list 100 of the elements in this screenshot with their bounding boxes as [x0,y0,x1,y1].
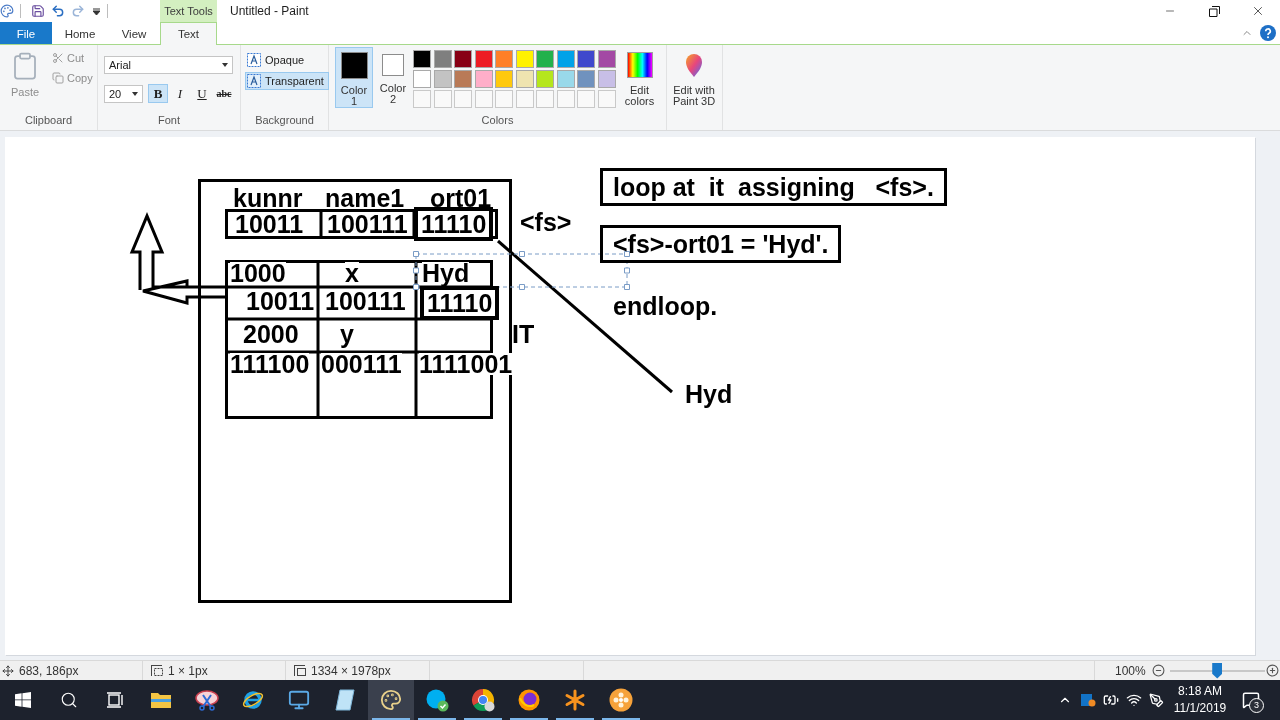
color-swatch[interactable] [495,70,513,88]
ribbon-tab[interactable]: Text [160,22,217,45]
paint-3d-button[interactable]: Edit with Paint 3D [667,47,721,107]
font-style-button[interactable]: B [148,84,168,103]
color-swatch[interactable] [413,50,431,68]
group-label: Clipboard [24,113,73,127]
custom-color-slot[interactable] [536,90,554,108]
table-value-text: 1111001 [419,353,513,375]
color-swatch[interactable] [433,70,452,88]
font-size-dropdown[interactable]: 20 [104,84,143,103]
color-swatch[interactable] [454,50,472,68]
clock-date: 11/1/2019 [1173,700,1227,717]
asterisk-icon [563,688,587,712]
dropdown-icon [92,7,100,15]
color-swatch[interactable] [474,70,493,88]
font-style-button[interactable]: I [170,84,190,103]
custom-color-slot[interactable] [495,90,513,108]
table-value-text: 1000 [230,262,286,284]
color-slot-button[interactable]: Color 1 [335,47,373,108]
save-icon [31,4,45,18]
color-swatch[interactable] [597,50,616,68]
color-swatch[interactable] [536,50,554,68]
color-swatch[interactable] [597,70,616,88]
zoom-level: 100% [1115,663,1146,678]
custom-color-slot[interactable] [413,90,431,108]
work-area-value-text: 100111 [327,213,408,235]
color-swatch[interactable] [577,50,595,68]
redo-icon [71,4,85,18]
tray-app-icon [1079,692,1096,708]
color-slot-button[interactable]: Color 2 [377,47,409,108]
zoom-slider-thumb[interactable] [1212,662,1223,679]
palette-icon [0,4,14,18]
color-swatch[interactable] [536,70,554,88]
work-area-value-text: 11110 [414,207,494,241]
table-value-text: 100111 [325,290,406,312]
color-swatch[interactable] [515,70,534,88]
color-swatch[interactable] [515,50,534,68]
work-area-value-text: 10011 [235,213,304,235]
restore-icon [1208,5,1220,17]
font-style-button[interactable]: abc [214,84,234,103]
folder-icon [150,691,172,709]
group-label: Font [158,113,180,127]
file-tab[interactable]: File [0,22,52,44]
field-name-text: ort01 [430,187,492,209]
copy-icon [52,72,64,84]
zoom-out-button[interactable] [1151,664,1165,677]
edit-colors-button[interactable]: Edit colors [619,47,660,107]
table-value-text: Hyd [422,262,470,284]
custom-color-slot[interactable] [556,90,575,108]
zoom-in-icon [1265,664,1279,677]
zoom-out-icon [1151,664,1165,677]
scissors-icon [52,52,64,64]
taskbar-app-button[interactable] [368,680,414,720]
move-icon [2,664,14,677]
battery-icon [1102,692,1119,708]
custom-color-slot[interactable] [474,90,493,108]
color-swatch[interactable] [556,50,575,68]
table-value-text: 11110 [420,286,500,320]
selection-size-icon [151,664,163,677]
cursor-position: 683, 186px [19,663,79,678]
ribbon-tab[interactable]: Home [52,22,108,44]
selection-size: 1 × 1px [168,663,208,678]
custom-color-slot[interactable] [454,90,472,108]
color-swatch[interactable] [474,50,493,68]
image-size-icon [294,664,306,677]
zoom-in-button[interactable] [1265,664,1279,677]
table-value-text: x [345,262,359,284]
color-spectrum-icon [626,52,653,78]
table-value-text: 111100 [230,353,310,375]
orbit-ring-icon [242,689,264,711]
custom-color-slot[interactable] [515,90,534,108]
circle-check-icon [425,688,449,712]
color-swatch[interactable] [454,70,472,88]
search-icon [60,691,78,709]
custom-color-slot[interactable] [597,90,616,108]
undo-icon [51,4,65,18]
ring-app-icon [518,689,540,711]
color-swatch[interactable] [556,70,575,88]
contextual-tab-group-label: Text Tools [160,0,217,22]
custom-color-slot[interactable] [433,90,452,108]
font-family-dropdown[interactable]: Arial [104,56,233,74]
notifications-button[interactable]: 3 [1232,680,1270,720]
scissors-icon [195,689,219,711]
custom-color-slot[interactable] [577,90,595,108]
close-icon [1251,4,1265,18]
field-name-text: name1 [325,187,405,209]
color-swatch[interactable] [413,70,431,88]
ribbon-tab[interactable]: View [108,22,160,44]
color-swatch[interactable] [577,70,595,88]
code-line: endloop. [612,291,719,322]
color-swatch[interactable] [495,50,513,68]
flower-icon [609,688,633,712]
background-option[interactable]: Transparent [245,72,329,90]
font-style-button[interactable]: U [192,84,212,103]
field-name-text: kunnr [233,187,303,209]
background-option[interactable]: Opaque [245,51,310,69]
color-swatch[interactable] [433,50,452,68]
caret-down-icon [222,63,228,67]
monitor-icon [288,689,310,711]
help-button[interactable] [1259,22,1277,44]
